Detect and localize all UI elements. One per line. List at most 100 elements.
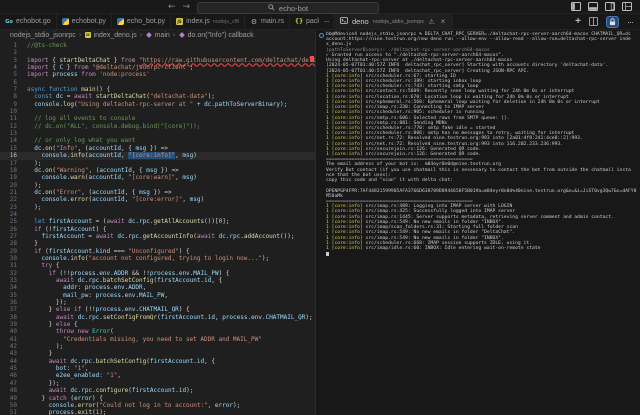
split-terminal-icon[interactable] [589, 17, 598, 26]
tab-label: index.js [186, 18, 210, 25]
breadcrumb-item[interactable]: nodejs_stdio_jsonrpc [10, 32, 76, 39]
line-number: 9 [0, 101, 27, 108]
editor-area: nodejs_stdio_jsonrpc›JSindex_deno.js›mai… [0, 30, 640, 415]
code-line: 32 if (!!process.env.ADDR && !!process.e… [0, 270, 315, 277]
code-line: 42 ); [0, 343, 315, 350]
forward-icon[interactable]: → [183, 2, 191, 12]
tab-echo_bot.py[interactable]: echo_bot.py [112, 14, 171, 29]
code-line: 11 // log all events to console [0, 115, 315, 122]
breadcrumb-item[interactable]: do.on("Info") callback [188, 32, 254, 39]
tab-label: main.rs [261, 18, 284, 25]
tab-hint: nodejs_cffi [213, 19, 239, 25]
line-number: 51 [0, 409, 27, 415]
warning-icon: ⚠ [428, 18, 434, 26]
line-number: 48 [0, 387, 27, 394]
tab-echobot.go[interactable]: Goechobot.go [0, 14, 57, 29]
line-number: 6 [0, 79, 27, 86]
line-number: 33 [0, 277, 27, 284]
code-line: 49 } catch (error) { [0, 395, 315, 402]
method-symbol-icon [179, 32, 185, 38]
customize-layout-icon[interactable] [622, 2, 632, 11]
line-number: 44 [0, 358, 27, 365]
code-line: 38 await dc.rpc.setConfigFromQr(firstAcc… [0, 314, 315, 321]
line-number: 18 [0, 167, 27, 174]
code-line: 5import process from 'node:process' [0, 71, 315, 78]
rs-file-icon: ⚙ [250, 18, 258, 26]
json-file-icon: {} [295, 18, 303, 26]
code-editor-group: nodejs_stdio_jsonrpc›JSindex_deno.js›mai… [0, 30, 315, 415]
line-number: 29 [0, 248, 27, 255]
code-line: 15 dc.on("Info", (accountId, { msg }) => [0, 145, 315, 152]
breadcrumb: nodejs_stdio_jsonrpc›JSindex_deno.js›mai… [0, 30, 315, 40]
toggle-secondary-sidebar-icon[interactable] [605, 2, 615, 11]
line-number: 42 [0, 343, 27, 350]
line-number: 27 [0, 233, 27, 240]
toggle-panel-icon[interactable] [588, 2, 598, 11]
search-label: echo-bot [279, 4, 308, 13]
code-editor[interactable]: 1//@ts-check23import { startDeltaChat } … [0, 40, 315, 415]
layout-controls [571, 2, 640, 11]
code-line: 22 console.error(accountId, "[core:error… [0, 196, 315, 203]
terminal-tab-label: deno [352, 17, 369, 26]
lock-icon[interactable] [606, 16, 619, 28]
py-file-icon [62, 18, 69, 25]
tab-label: echobot.go [16, 18, 51, 25]
tab-bar: Goechobot.go echobot.py echo_bot.pyJSindex… [0, 14, 640, 30]
title-bar: ← → echo-bot [0, 0, 640, 14]
more-tabs-button[interactable]: ··· [319, 14, 333, 29]
tab-main.rs[interactable]: ⚙main.rs [245, 14, 290, 29]
terminal-actions: + ··· [575, 14, 640, 29]
command-center-search[interactable]: echo-bot [197, 2, 379, 14]
vscode-window: ← → echo-bot Goechobot.goechobot.p [0, 0, 640, 415]
line-number: 1 [0, 42, 27, 49]
breadcrumb-item[interactable]: main [155, 32, 170, 39]
terminal-output[interactable]: bb@Mdevice4 nodejs_stdio_jsonrpc % DELTA… [316, 30, 640, 256]
breadcrumb-item[interactable]: index_deno.js [94, 32, 137, 39]
line-number: 7 [0, 86, 27, 93]
tab-index.js[interactable]: JSindex.jsnodejs_cffi [171, 14, 245, 29]
line-number: 30 [0, 255, 27, 262]
code-line: 8 const dc = await startDeltaChat("delta… [0, 93, 315, 100]
line-number: 20 [0, 182, 27, 189]
terminal-more-actions[interactable]: ··· [627, 17, 633, 27]
line-number: 13 [0, 130, 27, 137]
tab-echobot.py[interactable]: echobot.py [57, 14, 112, 29]
line-number: 38 [0, 314, 27, 321]
line-number: 21 [0, 189, 27, 196]
tab-label: echobot.py [72, 18, 106, 25]
back-icon[interactable]: ← [168, 2, 176, 12]
code-line: 16 console.info(accountId, "[core:info]"… [0, 152, 315, 159]
code-line: 19 console.warn(accountId, "[core:warn]"… [0, 174, 315, 181]
line-number: 50 [0, 402, 27, 409]
line-number: 41 [0, 336, 27, 343]
close-icon[interactable]: × [441, 17, 446, 26]
code-line: 10 [0, 108, 315, 115]
line-number: 31 [0, 262, 27, 269]
code-line: 41 "Credentials missing, you need to set… [0, 336, 315, 343]
line-number: 34 [0, 284, 27, 291]
line-number: 4 [0, 64, 27, 71]
code-line: 36 }); [0, 299, 315, 306]
tab-package.json[interactable]: {}package.json [290, 14, 319, 29]
line-number: 28 [0, 240, 27, 247]
code-line: 40 throw new Error( [0, 328, 315, 335]
line-number: 3 [0, 57, 27, 64]
file-tab-strip: Goechobot.go echobot.py echo_bot.pyJSindex… [0, 14, 319, 29]
code-line: 31 try { [0, 262, 315, 269]
line-number: 22 [0, 196, 27, 203]
code-line: 44 await dc.rpc.batchSetConfig(firstAcco… [0, 358, 315, 365]
line-number: 11 [0, 115, 27, 122]
line-number: 24 [0, 211, 27, 218]
terminal-tab[interactable]: deno nodejs_stdio_jsonrpc ⚠ × [333, 14, 453, 29]
code-line: 39 } else { [0, 321, 315, 328]
new-terminal-button[interactable]: + [575, 16, 581, 27]
code-line: 25 let firstAccount = (await dc.rpc.getA… [0, 218, 315, 225]
line-number: 45 [0, 365, 27, 372]
line-number: 12 [0, 123, 27, 130]
code-line: 12 // dc.on("ALL", console.debug.bind("[… [0, 123, 315, 130]
terminal-line [326, 251, 638, 256]
code-line: 21 dc.on("Error", (accountId, { msg }) =… [0, 189, 315, 196]
chevron-icon: › [173, 31, 176, 39]
toggle-sidebar-icon[interactable] [571, 2, 581, 11]
code-line: 28 } [0, 240, 315, 247]
